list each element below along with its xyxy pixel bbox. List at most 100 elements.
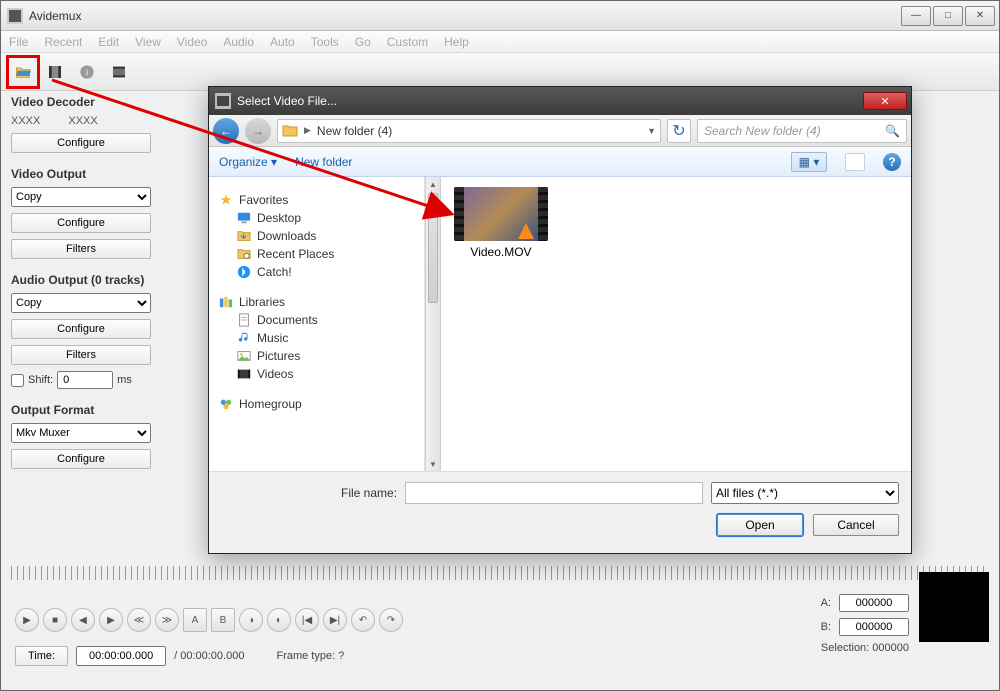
breadcrumb[interactable]: ▶ New folder (4) ▼ <box>277 119 661 143</box>
menu-tools[interactable]: Tools <box>311 35 339 49</box>
forward-button[interactable]: → <box>245 118 271 144</box>
cancel-button[interactable]: Cancel <box>813 514 899 536</box>
playback-controls: ▶ ■ ◀ ▶ ≪ ≫ A B ◑ ◐ |◀ ▶| ↶ ↷ <box>15 608 403 632</box>
video-output-select[interactable]: Copy <box>11 187 151 207</box>
breadcrumb-current[interactable]: New folder (4) <box>317 124 392 138</box>
view-mode-button[interactable]: ▦ ▾ <box>791 152 827 172</box>
search-input[interactable]: Search New folder (4) 🔍 <box>697 119 907 143</box>
titlebar[interactable]: Avidemux — □ ✕ <box>1 1 999 31</box>
nav-documents[interactable]: Documents <box>237 313 414 327</box>
prev-frame-button[interactable]: ◀ <box>71 608 95 632</box>
libraries-group[interactable]: Libraries <box>219 295 414 309</box>
mark-b-value[interactable] <box>839 618 909 636</box>
breadcrumb-dropdown[interactable]: ▼ <box>647 126 656 136</box>
menu-help[interactable]: Help <box>444 35 469 49</box>
audio-output-configure-button[interactable]: Configure <box>11 319 151 339</box>
favorites-group[interactable]: Favorites <box>219 193 414 207</box>
nav-scrollbar[interactable]: ▲ ▼ <box>425 177 441 471</box>
organize-menu[interactable]: Organize ▾ <box>219 155 277 169</box>
scroll-down[interactable]: ▼ <box>426 457 440 471</box>
menu-recent[interactable]: Recent <box>44 35 82 49</box>
play-button[interactable]: ▶ <box>15 608 39 632</box>
video-thumbnail <box>454 187 548 241</box>
audio-output-select[interactable]: Copy <box>11 293 151 313</box>
output-format-configure-button[interactable]: Configure <box>11 449 151 469</box>
menu-auto[interactable]: Auto <box>270 35 295 49</box>
next-black-button[interactable]: ◐ <box>267 608 291 632</box>
audio-output-filters-button[interactable]: Filters <box>11 345 151 365</box>
filename-input[interactable] <box>405 482 703 504</box>
help-button[interactable]: ? <box>883 153 901 171</box>
output-format-select[interactable]: Mkv Muxer <box>11 423 151 443</box>
info-icon: i <box>79 64 95 80</box>
save-file-button[interactable] <box>41 58 69 86</box>
nav-videos[interactable]: Videos <box>237 367 414 381</box>
left-sidebar: Video Decoder XXXXXXXX Configure Video O… <box>11 95 191 475</box>
decoder-field-1: XXXX <box>11 115 40 127</box>
nav-desktop[interactable]: Desktop <box>237 211 414 225</box>
menu-edit[interactable]: Edit <box>98 35 119 49</box>
film-button[interactable] <box>105 58 133 86</box>
new-folder-button[interactable]: New folder <box>295 155 352 169</box>
shift-input[interactable] <box>57 371 113 389</box>
audio-output-label: Audio Output (0 tracks) <box>11 273 191 287</box>
preview-pane-toggle[interactable] <box>845 153 865 171</box>
selection-text: Selection: 000000 <box>821 642 909 654</box>
nav-pictures[interactable]: Pictures <box>237 349 414 363</box>
shift-checkbox[interactable] <box>11 374 24 387</box>
maximize-button[interactable]: □ <box>933 6 963 26</box>
breadcrumb-sep: ▶ <box>304 125 311 136</box>
output-format-label: Output Format <box>11 403 191 417</box>
last-frame-button[interactable]: ▶| <box>323 608 347 632</box>
menu-view[interactable]: View <box>135 35 161 49</box>
nav-music[interactable]: Music <box>237 331 414 345</box>
open-button[interactable]: Open <box>717 514 803 536</box>
dialog-title: Select Video File... <box>237 94 863 108</box>
timeline[interactable] <box>11 566 989 594</box>
prev-black-button[interactable]: ◑ <box>239 608 263 632</box>
frame-type: Frame type: ? <box>276 650 344 662</box>
decoder-configure-button[interactable]: Configure <box>11 133 151 153</box>
minimize-button[interactable]: — <box>901 6 931 26</box>
mark-a-label: A: <box>821 597 831 609</box>
timeline-ruler[interactable] <box>11 566 989 580</box>
open-file-button[interactable] <box>9 58 37 86</box>
dialog-titlebar[interactable]: Select Video File... ✕ <box>209 87 911 115</box>
dialog-close-button[interactable]: ✕ <box>863 92 907 110</box>
file-filter-select[interactable]: All files (*.*) <box>711 482 899 504</box>
goto-b-button[interactable]: ↷ <box>379 608 403 632</box>
goto-a-button[interactable]: ↶ <box>351 608 375 632</box>
scroll-up[interactable]: ▲ <box>426 177 440 191</box>
homegroup[interactable]: Homegroup <box>219 397 414 411</box>
shift-label: Shift: <box>28 374 53 386</box>
time-button[interactable]: Time: <box>15 646 68 666</box>
next-frame-button[interactable]: ▶ <box>99 608 123 632</box>
prev-key-button[interactable]: ≪ <box>127 608 151 632</box>
menu-video[interactable]: Video <box>177 35 207 49</box>
scroll-thumb[interactable] <box>428 193 438 303</box>
menu-file[interactable]: File <box>9 35 28 49</box>
music-icon <box>237 331 251 345</box>
next-key-button[interactable]: ≫ <box>155 608 179 632</box>
time-input[interactable] <box>76 646 166 666</box>
refresh-button[interactable]: ↻ <box>667 119 691 143</box>
nav-downloads[interactable]: Downloads <box>237 229 414 243</box>
menu-audio[interactable]: Audio <box>223 35 254 49</box>
nav-recent[interactable]: Recent Places <box>237 247 414 261</box>
nav-catch[interactable]: Catch! <box>237 265 414 279</box>
back-button[interactable]: ← <box>213 118 239 144</box>
close-button[interactable]: ✕ <box>965 6 995 26</box>
info-button[interactable]: i <box>73 58 101 86</box>
file-item-video[interactable]: Video.MOV <box>451 187 551 259</box>
stop-button[interactable]: ■ <box>43 608 67 632</box>
mark-a-button[interactable]: A <box>183 608 207 632</box>
file-item-label: Video.MOV <box>451 245 551 259</box>
menu-go[interactable]: Go <box>355 35 371 49</box>
video-output-filters-button[interactable]: Filters <box>11 239 151 259</box>
menu-custom[interactable]: Custom <box>387 35 428 49</box>
first-frame-button[interactable]: |◀ <box>295 608 319 632</box>
file-list-pane[interactable]: Video.MOV <box>441 177 911 471</box>
mark-b-button[interactable]: B <box>211 608 235 632</box>
mark-a-value[interactable] <box>839 594 909 612</box>
video-output-configure-button[interactable]: Configure <box>11 213 151 233</box>
